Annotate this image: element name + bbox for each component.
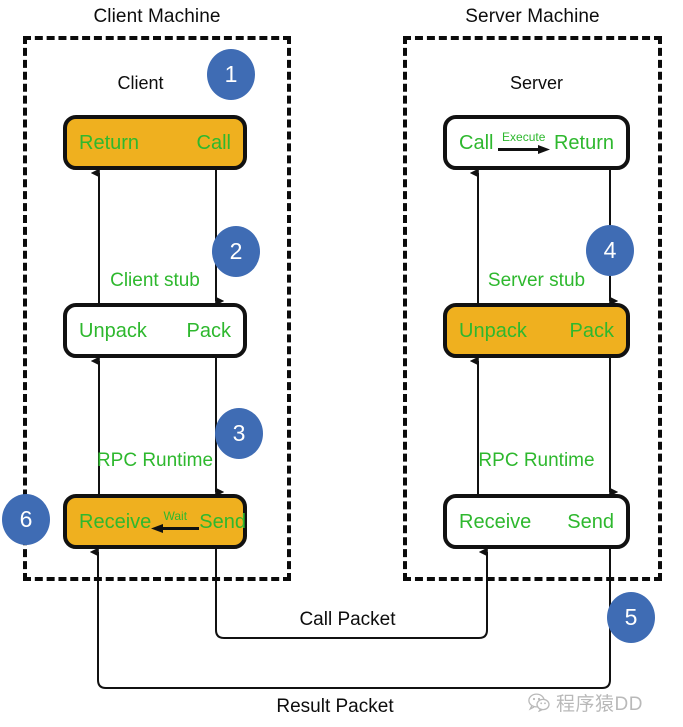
step-badge-6: 6 [2, 494, 50, 545]
execute-right-arrow-icon [497, 145, 550, 154]
step-badge-5: 5 [607, 592, 655, 643]
step-badge-3: 3 [215, 408, 263, 459]
client-rpc-runtime-layer-label: RPC Runtime [96, 450, 214, 471]
watermark-text: 程序猿DD [556, 694, 643, 715]
client-stub-box: Unpack Pack [63, 303, 247, 358]
server-machine-title: Server Machine [465, 6, 600, 27]
client-wait-group: Wait [151, 498, 200, 545]
server-rpc-runtime-layer-label: RPC Runtime [478, 450, 595, 471]
call-packet-label: Call Packet [299, 609, 396, 630]
step-badge-1: 1 [207, 49, 255, 100]
client-application-box: Return Call [63, 115, 247, 170]
server-return-label: Return [553, 131, 614, 154]
diagram-canvas: Client Machine Server Machine Client Ser… [0, 0, 683, 727]
client-rpc-runtime-box: Receive Wait Send [63, 494, 247, 549]
client-role-title: Client [117, 73, 164, 93]
server-call-label: Call [459, 131, 494, 154]
client-machine-title: Client Machine [93, 6, 221, 27]
client-stub-layer-label: Client stub [110, 270, 200, 291]
client-unpack-label: Unpack [79, 319, 147, 342]
server-unpack-label: Unpack [459, 319, 527, 342]
server-rpc-runtime-box: Receive Send [443, 494, 630, 549]
client-call-label: Call [196, 131, 231, 154]
client-receive-label: Receive [79, 510, 152, 533]
server-execute-label: Execute [502, 130, 546, 144]
wechat-icon [528, 693, 550, 712]
server-pack-label: Pack [569, 319, 614, 342]
client-return-label: Return [79, 131, 140, 154]
watermark: 程序猿DD [528, 689, 643, 716]
server-send-label: Send [567, 510, 614, 533]
server-execute-group: Execute [493, 119, 554, 166]
client-pack-label: Pack [186, 319, 231, 342]
result-packet-label: Result Packet [276, 696, 394, 717]
server-stub-box: Unpack Pack [443, 303, 630, 358]
server-role-title: Server [509, 73, 563, 93]
server-receive-label: Receive [459, 510, 532, 533]
wait-left-arrow-icon [151, 524, 200, 533]
server-application-box: Call Execute Return [443, 115, 630, 170]
step-badge-2: 2 [212, 226, 260, 277]
step-badge-4: 4 [586, 225, 634, 276]
client-wait-label: Wait [163, 509, 188, 523]
client-send-label: Send [199, 510, 246, 533]
